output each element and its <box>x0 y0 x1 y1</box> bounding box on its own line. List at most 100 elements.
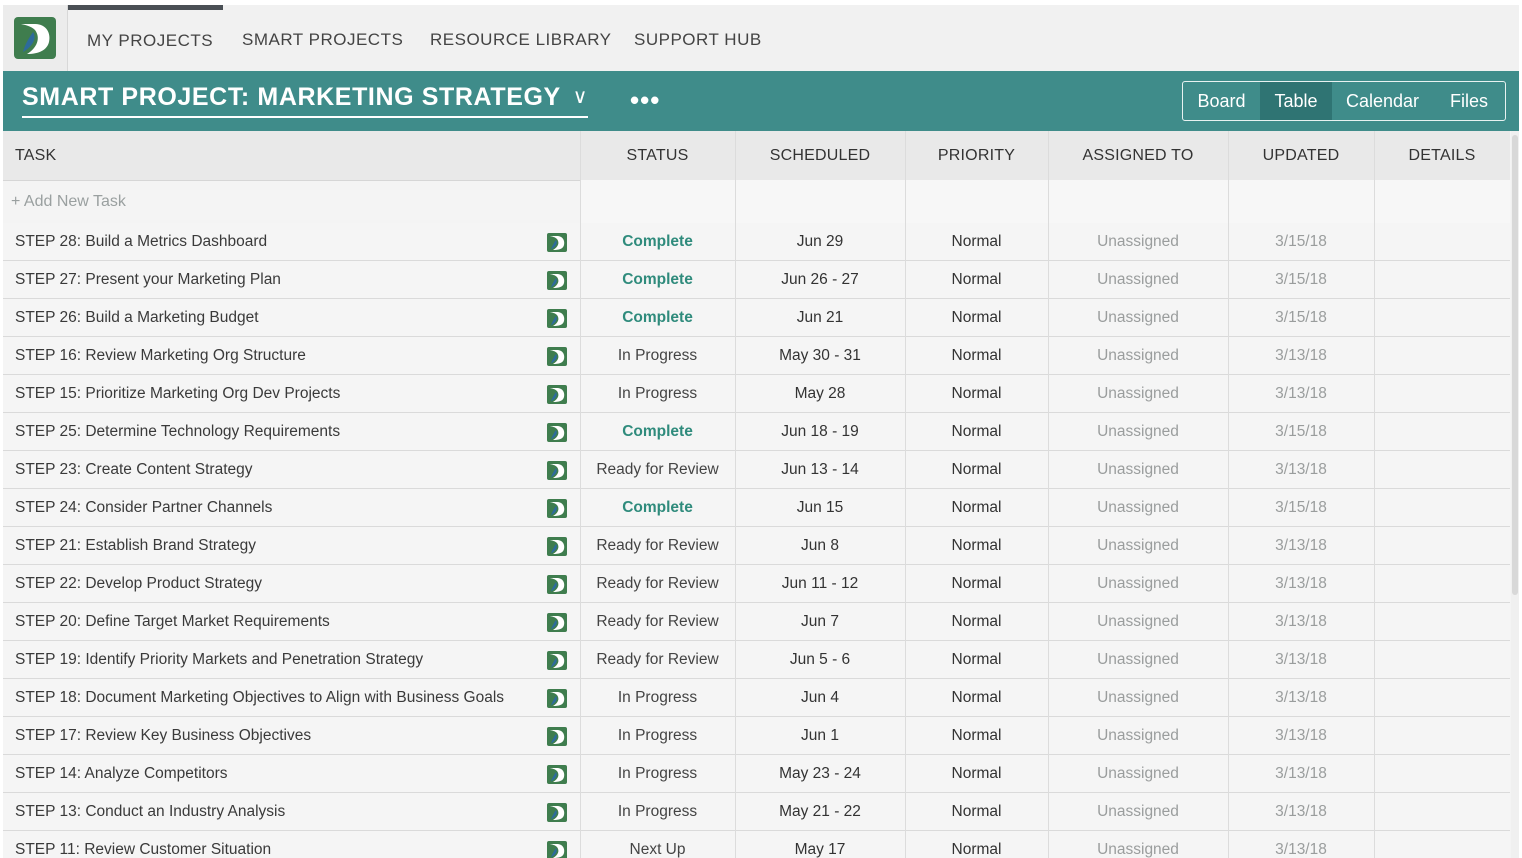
assigned-cell[interactable]: Unassigned <box>1048 603 1228 640</box>
priority-cell[interactable]: Normal <box>905 679 1048 716</box>
scheduled-cell[interactable]: Jun 21 <box>735 299 905 336</box>
table-row[interactable]: STEP 14: Analyze Competitors In Progress M… <box>3 755 1510 793</box>
more-options-icon[interactable]: ••• <box>630 87 660 113</box>
assigned-cell[interactable]: Unassigned <box>1048 223 1228 260</box>
nav-smart-projects[interactable]: SMART PROJECTS <box>242 5 403 71</box>
scheduled-cell[interactable]: Jun 29 <box>735 223 905 260</box>
table-row[interactable]: STEP 19: Identify Priority Markets and P… <box>3 641 1510 679</box>
nav-resource-library[interactable]: RESOURCE LIBRARY <box>430 5 612 71</box>
priority-cell[interactable]: Normal <box>905 223 1048 260</box>
task-name[interactable]: STEP 18: Document Marketing Objectives t… <box>15 679 504 716</box>
nav-my-projects[interactable]: MY PROJECTS <box>68 5 223 71</box>
header-details[interactable]: DETAILS <box>1374 131 1510 180</box>
table-row[interactable]: STEP 13: Conduct an Industry Analysis In … <box>3 793 1510 831</box>
status-cell[interactable]: In Progress <box>580 755 735 792</box>
task-name[interactable]: STEP 20: Define Target Market Requiremen… <box>15 603 330 640</box>
task-type-icon[interactable] <box>547 575 567 594</box>
task-type-icon[interactable] <box>547 651 567 670</box>
scheduled-cell[interactable]: Jun 11 - 12 <box>735 565 905 602</box>
scheduled-cell[interactable]: Jun 1 <box>735 717 905 754</box>
table-row[interactable]: STEP 24: Consider Partner Channels Comple… <box>3 489 1510 527</box>
scheduled-cell[interactable]: May 28 <box>735 375 905 412</box>
task-name[interactable]: STEP 19: Identify Priority Markets and P… <box>15 641 423 678</box>
task-type-icon[interactable] <box>547 613 567 632</box>
priority-cell[interactable]: Normal <box>905 641 1048 678</box>
table-row[interactable]: STEP 17: Review Key Business Objectives I… <box>3 717 1510 755</box>
table-row[interactable]: STEP 27: Present your Marketing Plan Comp… <box>3 261 1510 299</box>
task-name[interactable]: STEP 21: Establish Brand Strategy <box>15 527 256 564</box>
task-type-icon[interactable] <box>547 233 567 252</box>
scheduled-cell[interactable]: Jun 18 - 19 <box>735 413 905 450</box>
status-cell[interactable]: Complete <box>580 413 735 450</box>
status-cell[interactable]: Complete <box>580 261 735 298</box>
task-name[interactable]: STEP 28: Build a Metrics Dashboard <box>15 223 267 260</box>
view-board-button[interactable]: Board <box>1183 82 1260 120</box>
priority-cell[interactable]: Normal <box>905 299 1048 336</box>
priority-cell[interactable]: Normal <box>905 261 1048 298</box>
task-type-icon[interactable] <box>547 385 567 404</box>
task-name[interactable]: STEP 26: Build a Marketing Budget <box>15 299 259 336</box>
assigned-cell[interactable]: Unassigned <box>1048 299 1228 336</box>
priority-cell[interactable]: Normal <box>905 793 1048 830</box>
nav-support-hub[interactable]: SUPPORT HUB <box>634 5 762 71</box>
scheduled-cell[interactable]: May 21 - 22 <box>735 793 905 830</box>
table-row[interactable]: STEP 18: Document Marketing Objectives t… <box>3 679 1510 717</box>
assigned-cell[interactable]: Unassigned <box>1048 641 1228 678</box>
task-name[interactable]: STEP 25: Determine Technology Requiremen… <box>15 413 340 450</box>
task-name[interactable]: STEP 24: Consider Partner Channels <box>15 489 272 526</box>
assigned-cell[interactable]: Unassigned <box>1048 337 1228 374</box>
scheduled-cell[interactable]: May 23 - 24 <box>735 755 905 792</box>
scheduled-cell[interactable]: Jun 4 <box>735 679 905 716</box>
table-row[interactable]: STEP 21: Establish Brand Strategy Ready f… <box>3 527 1510 565</box>
task-name[interactable]: STEP 11: Review Customer Situation <box>15 831 271 858</box>
task-name[interactable]: STEP 22: Develop Product Strategy <box>15 565 262 602</box>
task-type-icon[interactable] <box>547 689 567 708</box>
status-cell[interactable]: Ready for Review <box>580 451 735 488</box>
status-cell[interactable]: In Progress <box>580 679 735 716</box>
header-task[interactable]: TASK <box>15 131 56 180</box>
scheduled-cell[interactable]: Jun 8 <box>735 527 905 564</box>
status-cell[interactable]: In Progress <box>580 793 735 830</box>
table-row[interactable]: STEP 26: Build a Marketing Budget Complet… <box>3 299 1510 337</box>
scheduled-cell[interactable]: Jun 5 - 6 <box>735 641 905 678</box>
scheduled-cell[interactable]: May 17 <box>735 831 905 858</box>
task-type-icon[interactable] <box>547 765 567 784</box>
project-title-dropdown[interactable]: SMART PROJECT: MARKETING STRATEGY ∨ <box>22 83 589 118</box>
table-row[interactable]: STEP 22: Develop Product Strategy Ready f… <box>3 565 1510 603</box>
task-type-icon[interactable] <box>547 499 567 518</box>
header-status[interactable]: STATUS <box>580 131 735 180</box>
priority-cell[interactable]: Normal <box>905 717 1048 754</box>
assigned-cell[interactable]: Unassigned <box>1048 527 1228 564</box>
table-row[interactable]: STEP 11: Review Customer Situation Next U… <box>3 831 1510 858</box>
task-type-icon[interactable] <box>547 803 567 822</box>
task-name[interactable]: STEP 13: Conduct an Industry Analysis <box>15 793 285 830</box>
view-calendar-button[interactable]: Calendar <box>1332 82 1433 120</box>
task-type-icon[interactable] <box>547 727 567 746</box>
task-type-icon[interactable] <box>547 461 567 480</box>
assigned-cell[interactable]: Unassigned <box>1048 565 1228 602</box>
assigned-cell[interactable]: Unassigned <box>1048 679 1228 716</box>
task-type-icon[interactable] <box>547 841 567 858</box>
header-priority[interactable]: PRIORITY <box>905 131 1048 180</box>
table-row[interactable]: STEP 23: Create Content Strategy Ready fo… <box>3 451 1510 489</box>
priority-cell[interactable]: Normal <box>905 755 1048 792</box>
task-name[interactable]: STEP 17: Review Key Business Objectives <box>15 717 311 754</box>
header-updated[interactable]: UPDATED <box>1228 131 1374 180</box>
priority-cell[interactable]: Normal <box>905 375 1048 412</box>
priority-cell[interactable]: Normal <box>905 489 1048 526</box>
assigned-cell[interactable]: Unassigned <box>1048 831 1228 858</box>
task-type-icon[interactable] <box>547 309 567 328</box>
assigned-cell[interactable]: Unassigned <box>1048 793 1228 830</box>
priority-cell[interactable]: Normal <box>905 451 1048 488</box>
table-row[interactable]: STEP 20: Define Target Market Requiremen… <box>3 603 1510 641</box>
assigned-cell[interactable]: Unassigned <box>1048 717 1228 754</box>
assigned-cell[interactable]: Unassigned <box>1048 375 1228 412</box>
header-assigned-to[interactable]: ASSIGNED TO <box>1048 131 1228 180</box>
status-cell[interactable]: Next Up <box>580 831 735 858</box>
scheduled-cell[interactable]: Jun 26 - 27 <box>735 261 905 298</box>
status-cell[interactable]: Complete <box>580 299 735 336</box>
view-table-button[interactable]: Table <box>1260 82 1332 120</box>
table-row[interactable]: STEP 25: Determine Technology Requiremen… <box>3 413 1510 451</box>
status-cell[interactable]: In Progress <box>580 337 735 374</box>
status-cell[interactable]: In Progress <box>580 375 735 412</box>
